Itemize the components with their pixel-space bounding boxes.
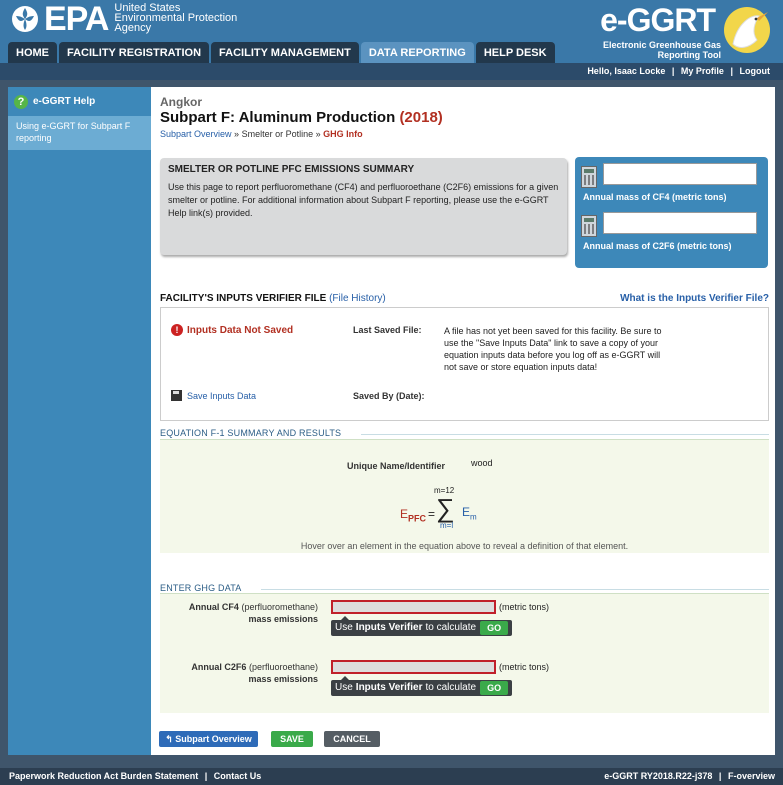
sidebar: ? e-GGRT Help Using e-GGRT for Subpart F… bbox=[8, 87, 151, 755]
user-bar: Hello, Isaac Locke | My Profile | Logout bbox=[0, 63, 783, 80]
last-saved-label: Last Saved File: bbox=[353, 325, 422, 335]
error-icon: ! bbox=[171, 324, 183, 336]
app-subtitle: Electronic Greenhouse Gas Reporting Tool bbox=[602, 40, 721, 60]
summary-body: Use this page to report perfluoromethane… bbox=[168, 182, 559, 218]
cf4-inputs-verifier-button[interactable]: Use Inputs Verifier to calculate GO bbox=[331, 620, 513, 636]
saved-by-label: Saved By (Date): bbox=[353, 391, 425, 401]
main-nav: HOME FACILITY REGISTRATION FACILITY MANA… bbox=[8, 42, 557, 64]
breadcrumb-subpart-overview[interactable]: Subpart Overview bbox=[160, 129, 232, 139]
cf4-mass-label: Annual mass of CF4 (metric tons) bbox=[583, 192, 727, 202]
c2f6-mass-label: Annual mass of C2F6 (metric tons) bbox=[583, 241, 732, 251]
equation-section-title: EQUATION F-1 SUMMARY AND RESULTS bbox=[160, 428, 342, 438]
c2f6-unit: (metric tons) bbox=[499, 662, 550, 672]
last-saved-message: A file has not yet been saved for this f… bbox=[444, 326, 662, 372]
separator: | bbox=[718, 771, 722, 781]
save-button[interactable]: SAVE bbox=[271, 731, 313, 747]
user-greeting: Hello, Isaac Locke bbox=[587, 66, 666, 76]
help-icon: ? bbox=[14, 94, 28, 109]
breadcrumb-separator: » bbox=[234, 129, 240, 139]
page-id-label: F-overview bbox=[727, 771, 775, 781]
my-profile-link[interactable]: My Profile bbox=[681, 66, 724, 76]
tab-facility-registration[interactable]: FACILITY REGISTRATION bbox=[59, 42, 210, 64]
epa-wordmark: EPA bbox=[44, 0, 109, 38]
calculator-icon bbox=[581, 166, 597, 188]
file-history-link[interactable]: (File History) bbox=[329, 293, 386, 304]
summary-box: SMELTER OR POTLINE PFC EMISSIONS SUMMARY… bbox=[160, 158, 567, 255]
eggrt-logo[interactable]: e-GGRT Electronic Greenhouse Gas Reporti… bbox=[585, 2, 775, 62]
sum-lower-limit[interactable]: m=l bbox=[440, 521, 453, 530]
ghg-section-title: ENTER GHG DATA bbox=[160, 583, 242, 593]
epa-flower-icon bbox=[12, 6, 38, 32]
epa-logo[interactable]: EPA United States Environmental Protecti… bbox=[8, 0, 238, 38]
tab-data-reporting[interactable]: DATA REPORTING bbox=[360, 42, 474, 64]
save-inputs-link[interactable]: Save Inputs Data bbox=[171, 390, 256, 401]
summary-heading: SMELTER OR POTLINE PFC EMISSIONS SUMMARY bbox=[168, 164, 415, 175]
paperwork-link[interactable]: Paperwork Reduction Act Burden Statement bbox=[9, 771, 198, 781]
facility-name: Angkor bbox=[160, 95, 202, 109]
c2f6-go-button[interactable]: GO bbox=[480, 681, 509, 695]
tab-help-desk[interactable]: HELP DESK bbox=[475, 42, 555, 64]
header: EPA United States Environmental Protecti… bbox=[0, 0, 783, 64]
inputs-status: ! Inputs Data Not Saved bbox=[171, 324, 293, 336]
equation-equals: = bbox=[428, 507, 436, 521]
app-title: e-GGRT bbox=[600, 2, 716, 38]
logout-link[interactable]: Logout bbox=[740, 66, 771, 76]
save-disk-icon bbox=[171, 390, 182, 401]
unique-name-value: wood bbox=[471, 458, 493, 468]
c2f6-emissions-input[interactable] bbox=[331, 660, 496, 674]
verifier-help-link[interactable]: What is the Inputs Verifier File? bbox=[620, 293, 769, 304]
divider bbox=[361, 434, 769, 435]
sidebar-help-header: ? e-GGRT Help bbox=[8, 87, 151, 116]
equation-hint: Hover over an element in the equation ab… bbox=[300, 541, 629, 551]
subpart-overview-button[interactable]: ↰ Subpart Overview bbox=[159, 731, 258, 747]
footer: Paperwork Reduction Act Burden Statement… bbox=[0, 768, 783, 785]
cf4-go-button[interactable]: GO bbox=[480, 621, 509, 635]
contact-us-link[interactable]: Contact Us bbox=[214, 771, 262, 781]
divider bbox=[261, 589, 769, 590]
calculator-icon bbox=[581, 215, 597, 237]
version-label: e-GGRT RY2018.R22-j378 bbox=[604, 771, 713, 781]
equation-panel: Unique Name/Identifier wood EPFC = m=12 … bbox=[160, 439, 769, 553]
separator: | bbox=[671, 66, 675, 76]
egret-bird-icon bbox=[724, 7, 770, 53]
sum-symbol: ∑ bbox=[436, 493, 455, 523]
reporting-year: (2018) bbox=[399, 109, 443, 126]
agency-name: United States Environmental Protection A… bbox=[114, 1, 238, 34]
breadcrumb-ghg-info: GHG Info bbox=[323, 129, 363, 139]
equation-f1[interactable]: EPFC = m=12 ∑ m=l Em bbox=[400, 486, 540, 537]
equation-term-em[interactable]: Em bbox=[462, 505, 477, 521]
separator: | bbox=[204, 771, 208, 781]
unique-name-label: Unique Name/Identifier bbox=[347, 461, 446, 471]
ghg-data-panel: Annual CF4 (perfluoromethane) mass emiss… bbox=[160, 593, 769, 713]
c2f6-emissions-label: Annual C2F6 (perfluoroethane) mass emiss… bbox=[191, 662, 318, 684]
annual-mass-panel: Annual mass of CF4 (metric tons) Annual … bbox=[575, 157, 768, 268]
cf4-unit: (metric tons) bbox=[499, 602, 550, 612]
main-content: Angkor Subpart F: Aluminum Production (2… bbox=[151, 87, 775, 755]
breadcrumb-current: Smelter or Potline bbox=[241, 129, 314, 139]
breadcrumb: Subpart Overview » Smelter or Potline » … bbox=[160, 129, 363, 139]
verifier-box: ! Inputs Data Not Saved Last Saved File:… bbox=[160, 307, 769, 421]
breadcrumb-separator: » bbox=[315, 129, 321, 139]
page-title: Subpart F: Aluminum Production (2018) bbox=[160, 109, 443, 126]
cf4-mass-field bbox=[603, 163, 757, 185]
cancel-button[interactable]: CANCEL bbox=[324, 731, 380, 747]
cf4-emissions-label: Annual CF4 (perfluoromethane) mass emiss… bbox=[188, 602, 318, 624]
equation-lhs[interactable]: EPFC bbox=[400, 507, 426, 523]
back-arrow-icon: ↰ bbox=[165, 734, 173, 744]
c2f6-mass-field bbox=[603, 212, 757, 234]
separator: | bbox=[730, 66, 733, 76]
sidebar-help-title: e-GGRT Help bbox=[33, 96, 96, 107]
tab-facility-management[interactable]: FACILITY MANAGEMENT bbox=[211, 42, 359, 64]
cf4-emissions-input[interactable] bbox=[331, 600, 496, 614]
c2f6-inputs-verifier-button[interactable]: Use Inputs Verifier to calculate GO bbox=[331, 680, 513, 696]
verifier-section-title: FACILITY'S INPUTS VERIFIER FILE (File Hi… bbox=[160, 293, 386, 304]
tab-home[interactable]: HOME bbox=[8, 42, 57, 64]
sidebar-item-subpart-f-help[interactable]: Using e-GGRT for Subpart F reporting bbox=[8, 116, 151, 150]
